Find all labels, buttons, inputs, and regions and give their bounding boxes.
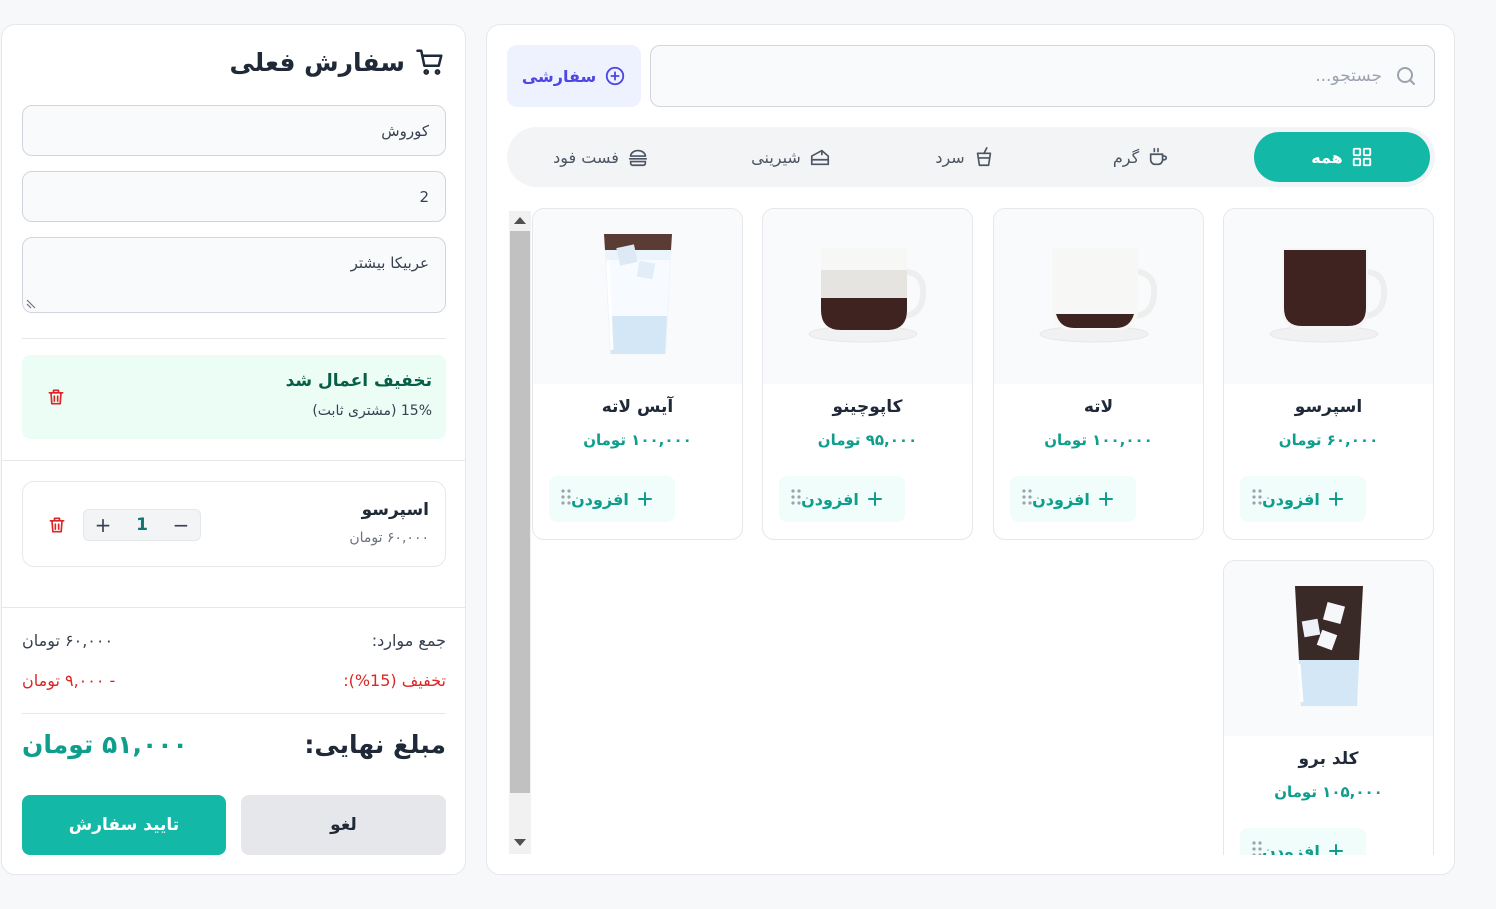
cart-icon — [416, 49, 443, 75]
tab-all[interactable]: همه — [1254, 132, 1430, 182]
plus-circle-icon — [606, 66, 625, 86]
drag-handle-icon[interactable] — [1252, 841, 1262, 855]
add-label: افزودن — [1032, 489, 1090, 509]
decrease-qty-button[interactable]: − — [172, 513, 190, 537]
drag-handle-icon[interactable] — [561, 489, 571, 505]
add-label: افزودن — [571, 489, 629, 509]
plus-icon — [1328, 844, 1343, 855]
product-price: ۱۰۰,۰۰۰ تومان — [583, 431, 692, 449]
search-placeholder: جستجو... — [1315, 66, 1382, 86]
drag-handle-icon[interactable] — [1022, 489, 1032, 505]
tab-label: شیرینی — [751, 147, 801, 167]
product-card-espresso[interactable]: اسپرسو ۶۰,۰۰۰ تومان افزودن — [1223, 208, 1434, 540]
custom-order-label: سفارشی — [521, 66, 597, 86]
cancel-order-button[interactable]: لغو — [241, 795, 446, 855]
search-icon — [1397, 67, 1415, 85]
increase-qty-button[interactable]: + — [94, 513, 112, 537]
product-name: کاپوچینو — [832, 397, 903, 417]
cold-brew-glass-image — [1224, 561, 1433, 736]
product-card-iced-latte[interactable]: آیس لاته ۱۰۰,۰۰۰ تومان افزودن — [532, 208, 743, 540]
add-label: افزودن — [801, 489, 859, 509]
product-card-cappuccino[interactable]: کاپوچینو ۹۵,۰۰۰ تومان افزودن — [762, 208, 973, 540]
tab-label: فست فود — [553, 147, 619, 167]
order-item-name: اسپرسو — [361, 500, 429, 520]
latte-cup-image — [994, 209, 1203, 384]
plus-icon — [637, 492, 652, 506]
divider — [2, 460, 465, 461]
custom-order-button[interactable]: سفارشی — [507, 45, 641, 107]
customer-name-input[interactable]: کوروش — [22, 105, 446, 156]
drag-handle-icon[interactable] — [1252, 489, 1262, 505]
product-name: اسپرسو — [1294, 397, 1363, 417]
espresso-cup-image — [1224, 209, 1433, 384]
menu-panel: جستجو... سفارشی همه گرم سرد شیرینی فست ف… — [486, 24, 1455, 875]
order-header: سفارش فعلی — [229, 47, 445, 77]
discount-detail: 15% (مشتری ثابت) — [312, 403, 432, 419]
order-item-price: ۶۰,۰۰۰ تومان — [349, 530, 429, 546]
category-tabs: همه گرم سرد شیرینی فست فود — [507, 127, 1435, 187]
divider — [22, 713, 446, 714]
discount-box: تخفیف اعمال شد 15% (مشتری ثابت) — [22, 355, 446, 439]
product-card-latte[interactable]: لاته ۱۰۰,۰۰۰ تومان افزودن — [993, 208, 1204, 540]
tab-hot[interactable]: گرم — [1053, 132, 1229, 182]
scrollbar-thumb[interactable] — [510, 231, 530, 793]
product-price: ۹۵,۰۰۰ تومان — [817, 431, 918, 449]
product-name: لاته — [1083, 397, 1114, 417]
tab-sweets[interactable]: شیرینی — [703, 132, 879, 182]
order-title: سفارش فعلی — [229, 47, 405, 77]
plus-icon — [867, 492, 882, 506]
burger-icon — [628, 149, 647, 167]
product-grid: اسپرسو ۶۰,۰۰۰ تومان افزودن لاته ۱۰۰,۰۰۰ … — [487, 207, 1454, 855]
order-note-textarea[interactable]: عربیکا بیشتر — [22, 237, 446, 313]
discount-label: تخفیف (15%): — [343, 671, 446, 690]
discount-title: تخفیف اعمال شد — [285, 371, 432, 391]
tab-label: گرم — [1112, 147, 1140, 167]
quantity-value: 1 — [136, 515, 148, 535]
cappuccino-cup-image — [763, 209, 972, 384]
tab-label: همه — [1311, 147, 1343, 167]
plus-icon — [1098, 492, 1113, 506]
product-price: ۶۰,۰۰۰ تومان — [1278, 431, 1379, 449]
product-card-cold-brew[interactable]: کلد برو ۱۰۵,۰۰۰ تومان افزودن — [1223, 560, 1434, 855]
search-input[interactable]: جستجو... — [650, 45, 1435, 107]
table-number-input[interactable]: 2 — [22, 171, 446, 222]
order-item: اسپرسو ۶۰,۰۰۰ تومان + 1 − — [22, 481, 446, 567]
tab-label: سرد — [935, 147, 965, 167]
scroll-down-arrow[interactable] — [514, 839, 526, 846]
add-label: افزودن — [1262, 489, 1320, 509]
product-name: آیس لاته — [601, 397, 674, 417]
discount-row: تخفیف (15%): - ۹,۰۰۰ تومان — [22, 671, 446, 690]
divider — [22, 338, 446, 339]
confirm-order-button[interactable]: تایید سفارش — [22, 795, 226, 855]
hot-cup-icon — [1150, 147, 1168, 166]
subtotal-value: ۶۰,۰۰۰ تومان — [22, 631, 114, 650]
cold-cup-icon — [976, 147, 991, 167]
final-total-row: مبلغ نهایی: ۵۱,۰۰۰ تومان — [22, 730, 446, 759]
product-name: کلد برو — [1298, 749, 1359, 769]
final-value: ۵۱,۰۰۰ تومان — [22, 730, 188, 759]
divider — [2, 607, 465, 608]
product-price: ۱۰۰,۰۰۰ تومان — [1044, 431, 1153, 449]
remove-item-trash-icon[interactable] — [47, 515, 67, 535]
remove-discount-trash-icon[interactable] — [46, 387, 66, 407]
grid-icon — [1352, 147, 1371, 167]
iced-latte-glass-image — [533, 209, 742, 384]
plus-icon — [1328, 492, 1343, 506]
scrollbar[interactable] — [509, 211, 531, 854]
scroll-up-arrow[interactable] — [514, 217, 526, 224]
discount-value: - ۹,۰۰۰ تومان — [22, 671, 116, 690]
drag-handle-icon[interactable] — [791, 489, 801, 505]
cake-icon — [810, 149, 829, 166]
order-note-text: عربیکا بیشتر — [350, 254, 429, 272]
product-price: ۱۰۵,۰۰۰ تومان — [1274, 783, 1383, 801]
add-label: افزودن — [1262, 841, 1320, 856]
final-label: مبلغ نهایی: — [304, 730, 446, 759]
resize-grip-icon[interactable] — [25, 298, 37, 310]
tab-cold[interactable]: سرد — [877, 132, 1053, 182]
quantity-stepper: + 1 − — [83, 509, 201, 541]
tab-fastfood[interactable]: فست فود — [513, 132, 689, 182]
order-panel: سفارش فعلی کوروش 2 عربیکا بیشتر تخفیف اع… — [1, 24, 466, 875]
subtotal-label: جمع موارد: — [371, 631, 446, 650]
subtotal-row: جمع موارد: ۶۰,۰۰۰ تومان — [22, 631, 446, 650]
